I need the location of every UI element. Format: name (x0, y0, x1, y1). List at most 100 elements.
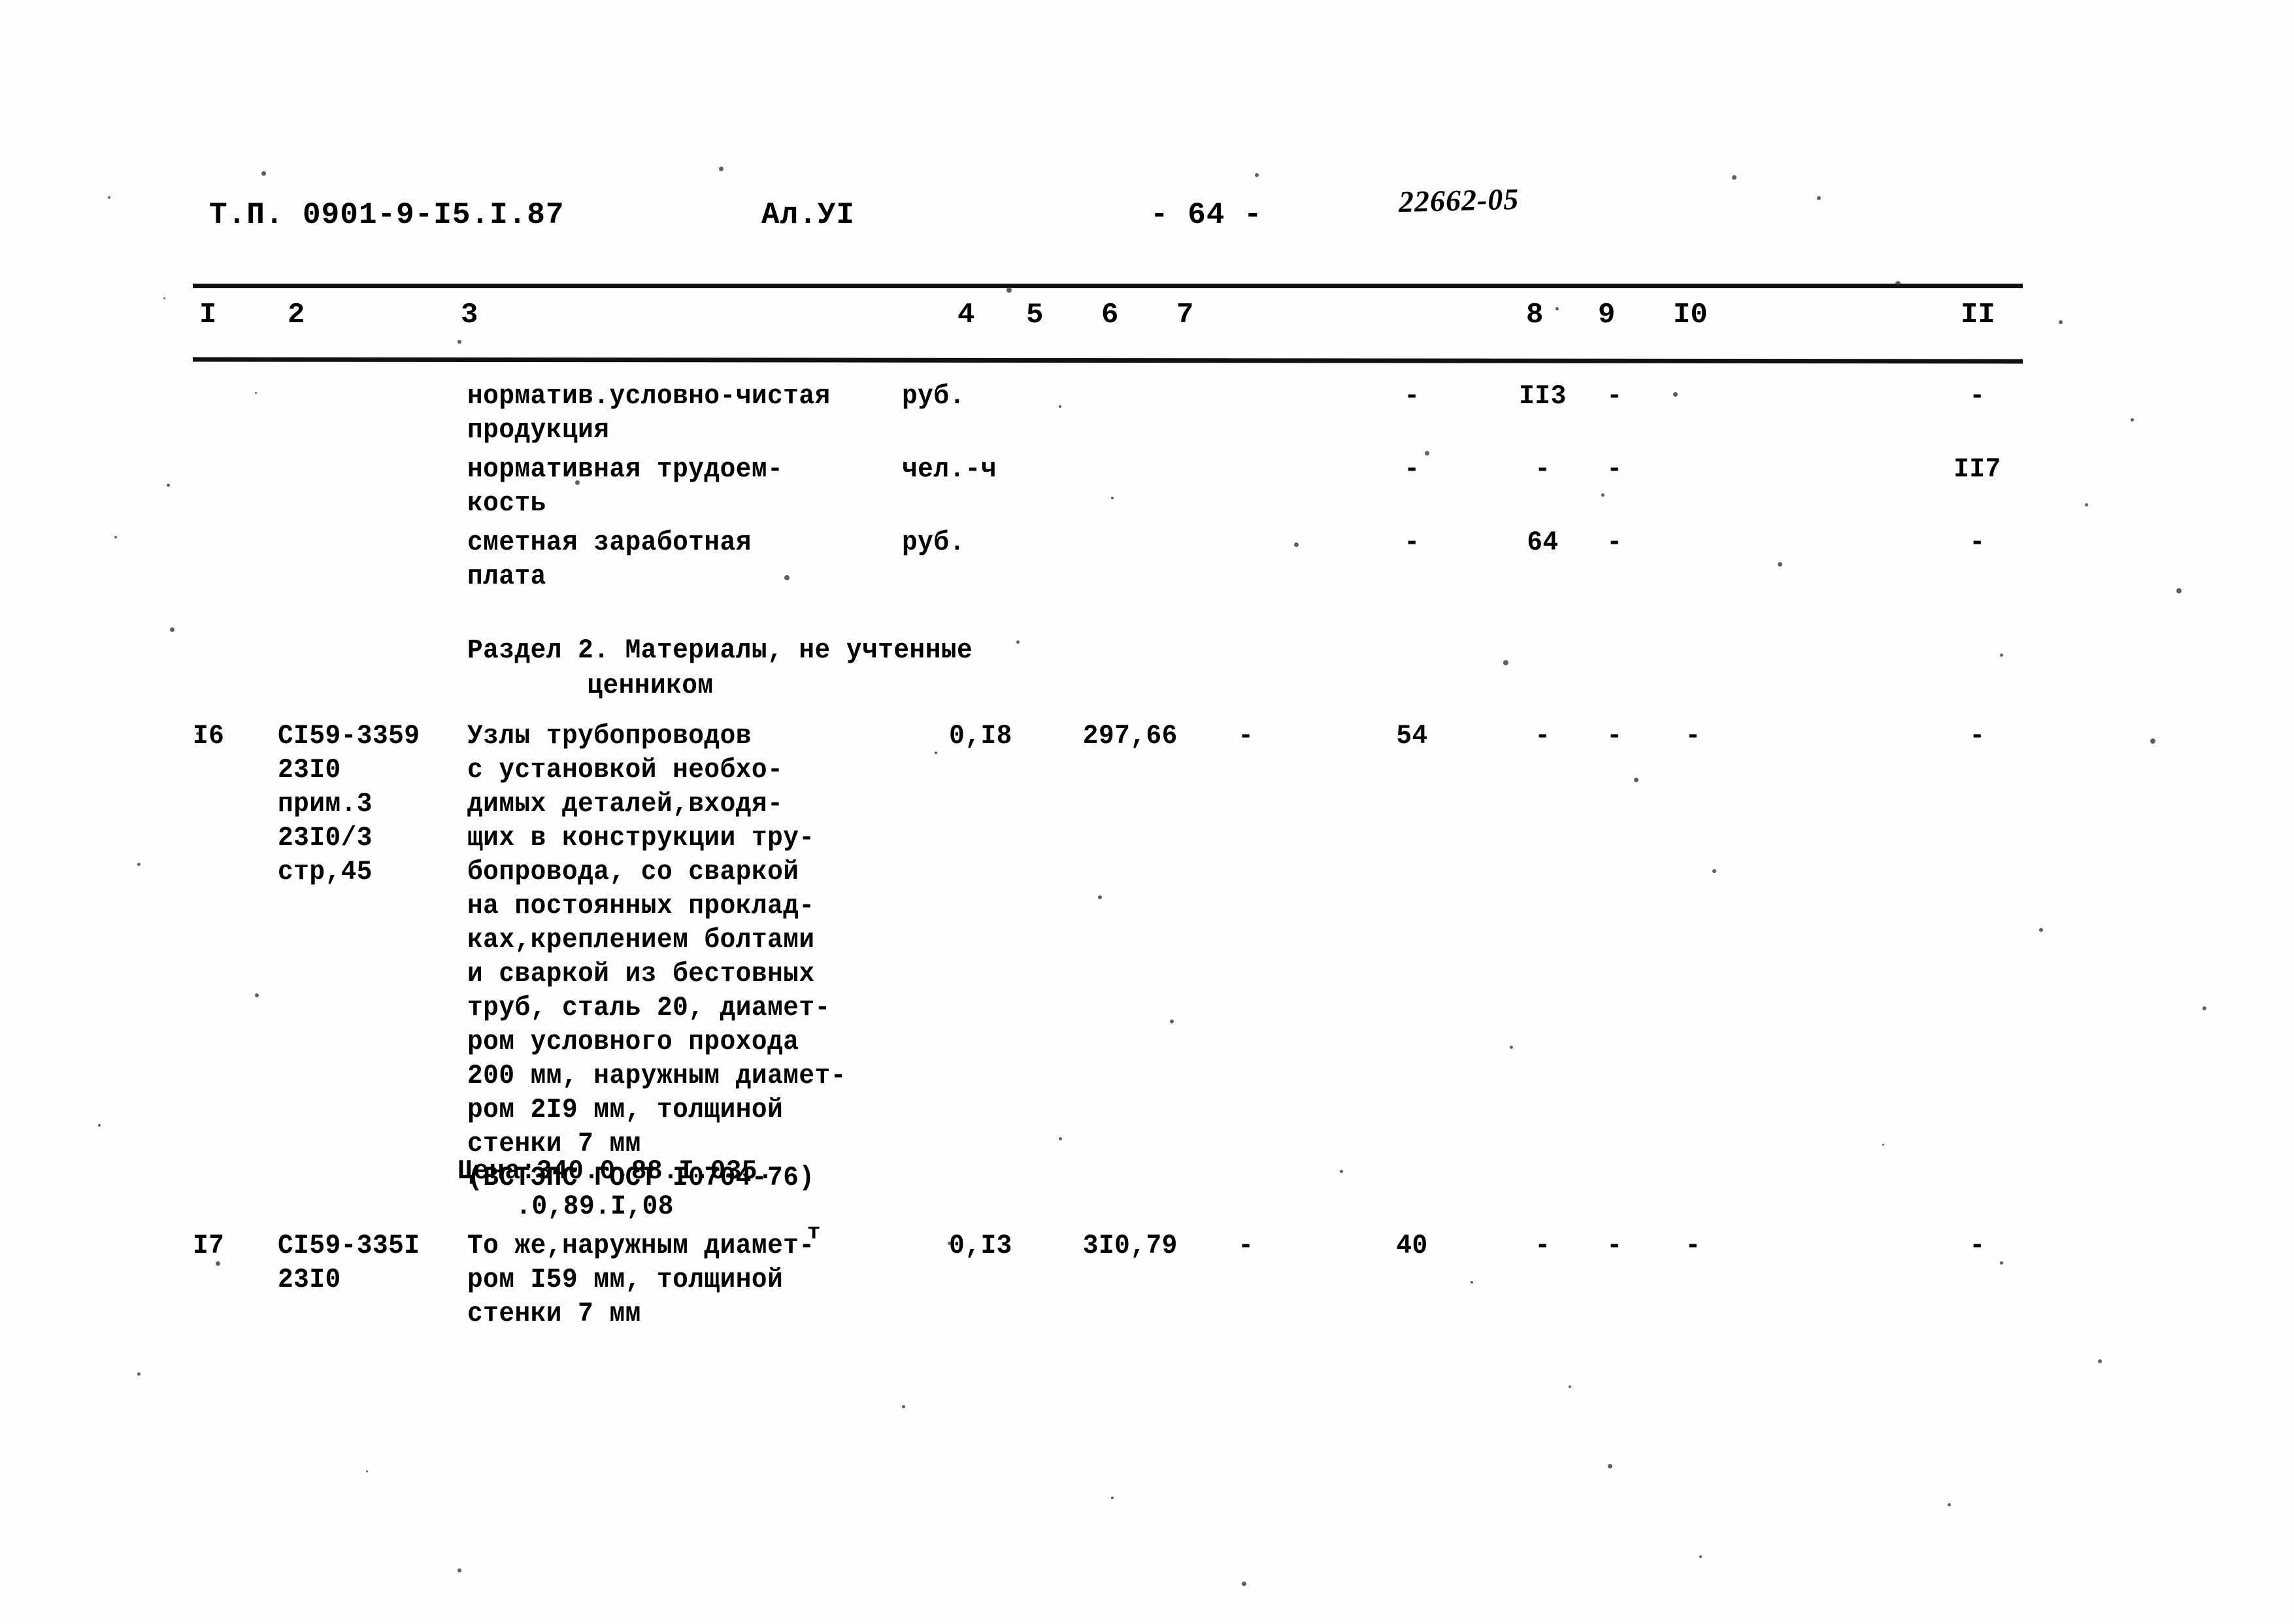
row-col10-value: - (1647, 1229, 1745, 1263)
column-header-3: 3 (461, 301, 478, 329)
scan-speck (457, 1568, 461, 1572)
scan-speck (2176, 588, 2182, 593)
album-label: Ал.УI (761, 200, 855, 230)
scan-speck (255, 993, 259, 997)
row-col11-value: - (1931, 379, 2029, 413)
scan-speck (1569, 1385, 1571, 1388)
document-code: Т.П. 0901-9-I5.I.87 (209, 200, 565, 230)
row-unit-cell: руб. (902, 379, 1033, 413)
row-col7-value: - (1366, 379, 1464, 413)
scan-speck (2098, 1359, 2102, 1363)
scan-speck (2059, 320, 2063, 324)
document-page: Т.П. 0901-9-I5.I.87 Ал.УI - 64 - 22662-0… (0, 0, 2294, 1624)
page-number: - 64 - (1150, 200, 1263, 230)
scan-speck (163, 297, 165, 299)
row-col4-value: 0,I3 (935, 1229, 1033, 1263)
row-number-cell: I7 (193, 1229, 271, 1263)
scan-speck (1016, 640, 1020, 644)
scan-speck (902, 1405, 905, 1408)
row-description-cell: норматив.условно-чистая продукция (467, 379, 899, 447)
row-col5-value: 3I0,79 (1072, 1229, 1196, 1263)
scan-speck (1699, 1555, 1702, 1558)
row-col7-value: - (1366, 452, 1464, 486)
scan-speck (2000, 654, 2003, 657)
scan-speck (1608, 1464, 1612, 1468)
scan-speck (457, 340, 461, 344)
row-description-cell: Узлы трубопроводов с установкой необхо-ди… (467, 719, 899, 1195)
scan-speck (1340, 1170, 1343, 1173)
row-col7-value: - (1366, 525, 1464, 559)
scan-speck (2131, 418, 2134, 422)
column-header-8: 8 (1526, 301, 1543, 329)
row-col7-value: 54 (1366, 719, 1464, 753)
row-description-cell: То же,наружным диамет-ром I59 мм, толщин… (467, 1229, 899, 1331)
table-rule-top (193, 284, 2023, 288)
handwritten-stamp: 22662-05 (1398, 184, 1519, 217)
scan-speck (2000, 1261, 2003, 1265)
scan-speck (1732, 175, 1737, 180)
row-col10-value: - (1647, 719, 1745, 753)
scan-speck (1471, 1281, 1473, 1284)
price-note: Цена:340.0,88.I.035. .0,89.I,08 (457, 1153, 793, 1224)
table-rule-bottom (193, 357, 2023, 364)
scan-speck (261, 171, 266, 176)
section-heading: Раздел 2. Материалы, не учтенные ценником (467, 633, 1005, 703)
scan-speck (784, 575, 790, 580)
scan-speck (98, 1124, 101, 1127)
scan-speck (137, 1372, 141, 1376)
scan-speck (1673, 392, 1678, 397)
row-col9-value: - (1569, 379, 1667, 413)
scan-speck (170, 627, 175, 632)
row-code-cell: СI59-335I 23I0 (278, 1229, 454, 1297)
scan-speck (1425, 451, 1429, 456)
row-description-cell: сметная заработная плата (467, 525, 899, 593)
row-col11-value: II7 (1931, 452, 2029, 486)
column-header-4: 4 (957, 301, 974, 329)
scan-speck (948, 1242, 951, 1245)
scan-speck (1111, 1497, 1114, 1499)
row-col4-value: 0,I8 (935, 719, 1033, 753)
scan-speck (196, 732, 199, 735)
scan-speck (216, 1261, 220, 1266)
scan-speck (2203, 1006, 2206, 1010)
column-header-6: 6 (1101, 301, 1118, 329)
scan-speck (137, 863, 141, 866)
scan-speck (1294, 542, 1299, 547)
column-header-9: 9 (1598, 301, 1615, 329)
scan-speck (1895, 281, 1901, 286)
scan-speck (2085, 503, 2088, 506)
scan-speck (1006, 288, 1012, 293)
column-header-5: 5 (1026, 301, 1043, 329)
scan-speck (1882, 1144, 1884, 1146)
row-number-cell: I6 (193, 719, 271, 753)
scan-speck (719, 167, 723, 171)
row-col6-value: - (1209, 1229, 1288, 1263)
scan-speck (1634, 778, 1638, 782)
scan-speck (1712, 869, 1716, 873)
row-description-cell: нормативная трудоем-кость (467, 452, 899, 520)
row-unit-cell: руб. (902, 525, 1033, 559)
scan-speck (255, 392, 257, 394)
scan-speck (1601, 493, 1604, 497)
row-col11-value: - (1931, 525, 2029, 559)
scan-speck (2150, 738, 2155, 744)
scan-speck (366, 1470, 368, 1472)
scan-speck (1059, 405, 1061, 408)
scan-speck (1242, 1582, 1246, 1586)
price-note-mark: т (807, 1222, 820, 1244)
scan-speck (935, 752, 937, 754)
scan-speck (1059, 1137, 1062, 1140)
row-col9-value: - (1569, 525, 1667, 559)
scan-speck (1255, 173, 1259, 177)
scan-speck (1817, 196, 1821, 200)
page-header: Т.П. 0901-9-I5.I.87 Ал.УI - 64 - 22662-0… (0, 196, 2294, 242)
scan-speck (1555, 307, 1559, 310)
column-header-11: II (1961, 301, 1995, 329)
row-col11-value: - (1931, 719, 2029, 753)
scan-speck (2039, 928, 2043, 932)
column-header-10: I0 (1673, 301, 1708, 329)
row-col6-value: - (1209, 719, 1288, 753)
scan-speck (1503, 660, 1508, 665)
scan-speck (1778, 562, 1782, 567)
column-header-2: 2 (288, 301, 305, 329)
